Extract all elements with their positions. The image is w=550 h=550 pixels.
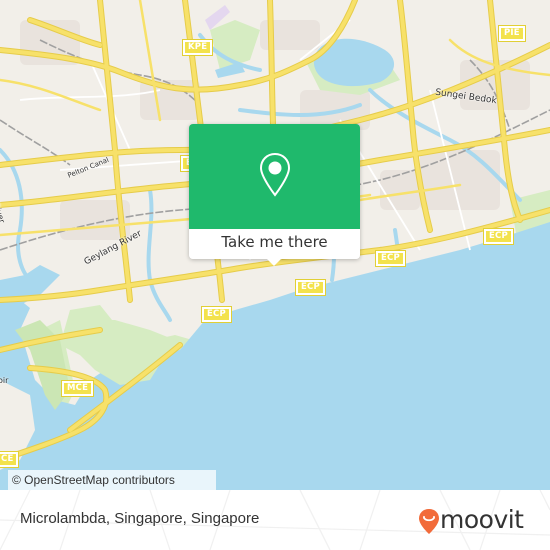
highway-shield-mce: MCE bbox=[60, 380, 95, 397]
popup-header bbox=[189, 124, 360, 229]
highway-shield-mce-partial: CE bbox=[0, 451, 20, 468]
label-partial: oir bbox=[0, 376, 9, 385]
take-me-there-button[interactable]: Take me there bbox=[189, 229, 360, 259]
highway-shield-kpe: KPE bbox=[181, 39, 214, 56]
highway-shield-ecp: ECP bbox=[375, 250, 406, 267]
moovit-smile-pin-icon bbox=[419, 509, 439, 534]
location-popup: Take me there bbox=[189, 124, 360, 266]
popup-pointer bbox=[266, 258, 282, 266]
highway-shield-ecp: ECP bbox=[201, 306, 232, 323]
footer-bar: Microlambda, Singapore, Singapore moovit bbox=[0, 490, 550, 550]
moovit-wordmark: moovit bbox=[440, 505, 524, 534]
highway-shield-ecp: ECP bbox=[295, 279, 326, 296]
location-title: Microlambda, Singapore, Singapore bbox=[20, 510, 260, 527]
map-pin-icon bbox=[259, 152, 291, 197]
map-attribution[interactable]: © OpenStreetMap contributors bbox=[8, 470, 216, 490]
highway-shield-pie: PIE bbox=[498, 25, 526, 42]
highway-shield-ecp: ECP bbox=[483, 228, 514, 245]
